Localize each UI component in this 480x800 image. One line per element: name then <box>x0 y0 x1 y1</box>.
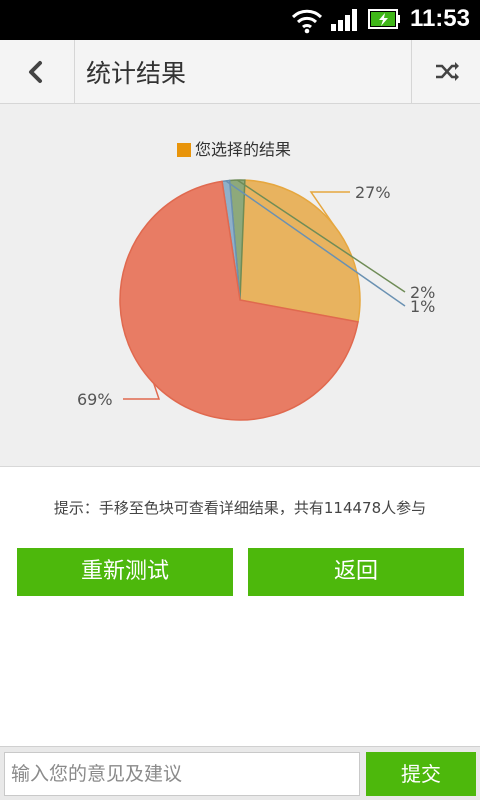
pie-chart: 27%2%1%69% <box>77 179 435 421</box>
retry-button[interactable]: 重新测试 <box>17 548 233 596</box>
shuffle-icon <box>436 62 459 81</box>
submit-button[interactable]: 提交 <box>366 752 476 796</box>
battery-charging-icon <box>368 9 400 29</box>
hint-text: 提示：手移至色块可查看详细结果，共有114478人参与 <box>53 499 427 517</box>
wifi-icon <box>291 9 323 34</box>
feedback-bar: 提交 <box>0 746 480 800</box>
back-button[interactable] <box>0 40 75 103</box>
signal-icon <box>331 9 357 31</box>
pie-slice[interactable] <box>239 179 361 323</box>
title-bar: 统计结果 <box>0 40 480 104</box>
shuffle-button[interactable] <box>411 40 480 103</box>
chart-legend: 您选择的结果 <box>177 140 291 160</box>
pie-data-label: 69% <box>77 390 113 409</box>
pie-leader-line <box>123 383 161 400</box>
chevron-left-icon <box>29 61 42 83</box>
pie-data-label: 27% <box>355 183 391 202</box>
pie-data-label: 1% <box>410 297 435 316</box>
return-button[interactable]: 返回 <box>248 548 464 596</box>
feedback-input[interactable] <box>4 752 360 796</box>
status-bar: 11:53 <box>0 0 480 40</box>
clock: 11:53 <box>409 5 470 32</box>
legend-label: 您选择的结果 <box>195 140 292 159</box>
page-title: 统计结果 <box>86 59 187 88</box>
legend-swatch <box>177 143 191 157</box>
